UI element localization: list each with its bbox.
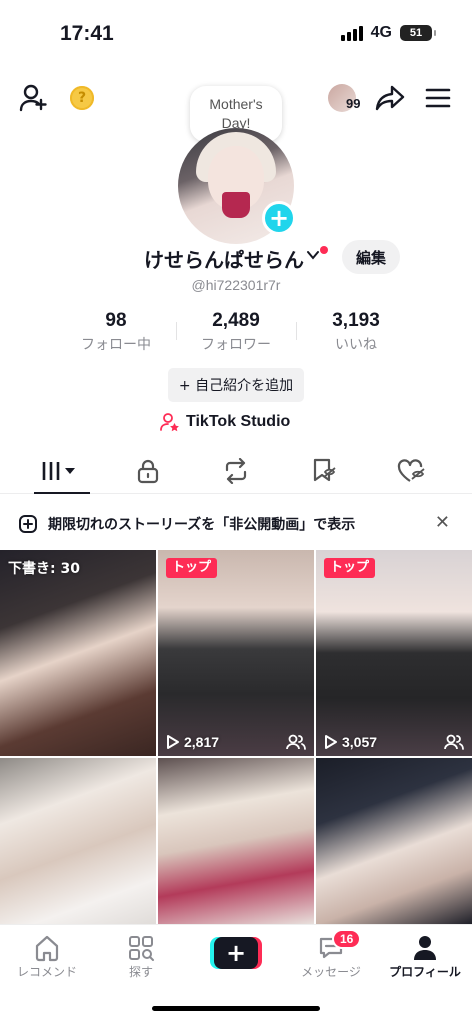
grid-icon: [42, 462, 75, 480]
tiktok-studio-link[interactable]: TikTok Studio: [160, 411, 290, 433]
signal-icon: [340, 25, 363, 41]
video-tile[interactable]: トップ 3,057: [316, 550, 472, 756]
notice-text: 期限切れのストーリーズを「非公開動画」で表示: [48, 517, 356, 533]
close-icon[interactable]: ✕: [435, 512, 450, 533]
display-name[interactable]: けせらんぱせらん: [144, 244, 304, 273]
studio-label: TikTok Studio: [186, 413, 291, 430]
nav-inbox[interactable]: メッセージ: [284, 933, 378, 980]
video-grid: 下書き: 30 トップ 2,817 トップ 3,057: [0, 550, 472, 924]
draft-label: 下書き: 30: [8, 561, 80, 577]
tab-favorites[interactable]: [284, 448, 364, 494]
create-button[interactable]: +: [210, 937, 262, 969]
play-icon: [325, 735, 337, 749]
menu-icon[interactable]: [424, 84, 452, 112]
tab-liked[interactable]: [372, 448, 452, 494]
add-friend-icon[interactable]: [18, 82, 50, 114]
status-bar: 17:41 4G 51: [0, 0, 472, 68]
friends-icon: [286, 734, 306, 750]
add-square-icon: [19, 515, 37, 533]
nav-profile[interactable]: プロフィール: [378, 933, 472, 980]
status-icons: 4G 51: [340, 24, 436, 42]
expired-stories-notice[interactable]: 期限切れのストーリーズを「非公開動画」で表示 ✕: [0, 508, 472, 538]
home-indicator: [152, 1006, 320, 1011]
stat-likes[interactable]: 3,193 いいね: [286, 310, 426, 354]
play-icon: [167, 735, 179, 749]
profile-icon: [414, 936, 436, 960]
visitor-count: 99: [346, 96, 361, 111]
plus-icon: +: [214, 937, 258, 969]
home-icon: [35, 935, 59, 962]
nav-discover[interactable]: 探す: [94, 933, 188, 980]
coin-icon[interactable]: ?: [70, 86, 94, 110]
stat-following[interactable]: 98 フォロー中: [46, 310, 186, 354]
repost-icon: [225, 458, 247, 484]
top-badge: トップ: [166, 558, 218, 578]
nav-discover-label: 探す: [128, 965, 153, 979]
nav-profile-label: プロフィール: [389, 965, 461, 979]
nav-home-label: レコメンド: [16, 965, 77, 979]
heart-hidden-icon: [397, 459, 425, 482]
studio-icon: [160, 413, 179, 432]
add-bio-button[interactable]: + 自己紹介を追加: [168, 368, 304, 402]
video-tile[interactable]: [0, 758, 156, 924]
tab-private[interactable]: [108, 448, 188, 494]
add-story-icon[interactable]: +: [262, 201, 296, 235]
battery-icon: 51: [400, 25, 436, 41]
video-tile[interactable]: [316, 758, 472, 924]
nav-home[interactable]: レコメンド: [0, 933, 94, 980]
view-count: 3,057: [324, 734, 377, 750]
view-count: 2,817: [166, 734, 219, 750]
share-icon[interactable]: [374, 82, 406, 114]
stat-followers[interactable]: 2,489 フォロワー: [166, 310, 306, 354]
discover-icon: [129, 936, 154, 961]
lock-icon: [137, 459, 159, 484]
tab-reposts[interactable]: [196, 448, 276, 494]
profile-stats: 98 フォロー中 2,489 フォロワー 3,193 いいね: [36, 310, 436, 354]
bookmark-hidden-icon: [313, 458, 336, 482]
notification-dot: [320, 246, 328, 254]
name-row: けせらんぱせらん 編集: [0, 240, 472, 274]
edit-profile-button[interactable]: 編集: [342, 240, 400, 274]
inbox-badge: 16: [332, 929, 362, 949]
video-tile[interactable]: [158, 758, 314, 924]
video-tile[interactable]: トップ 2,817: [158, 550, 314, 756]
username-handle: @hi722301r7r: [191, 277, 281, 293]
friends-icon: [444, 734, 464, 750]
content-tabs: [0, 448, 472, 494]
tab-videos[interactable]: [20, 448, 100, 494]
note-line-1: Mother's: [209, 96, 263, 112]
chevron-down-icon[interactable]: [306, 248, 320, 262]
video-tile[interactable]: 下書き: 30: [0, 550, 156, 756]
nav-inbox-label: メッセージ: [301, 965, 361, 979]
clock: 17:41: [60, 22, 114, 45]
network-type: 4G: [370, 24, 392, 41]
top-badge: トップ: [324, 558, 376, 578]
